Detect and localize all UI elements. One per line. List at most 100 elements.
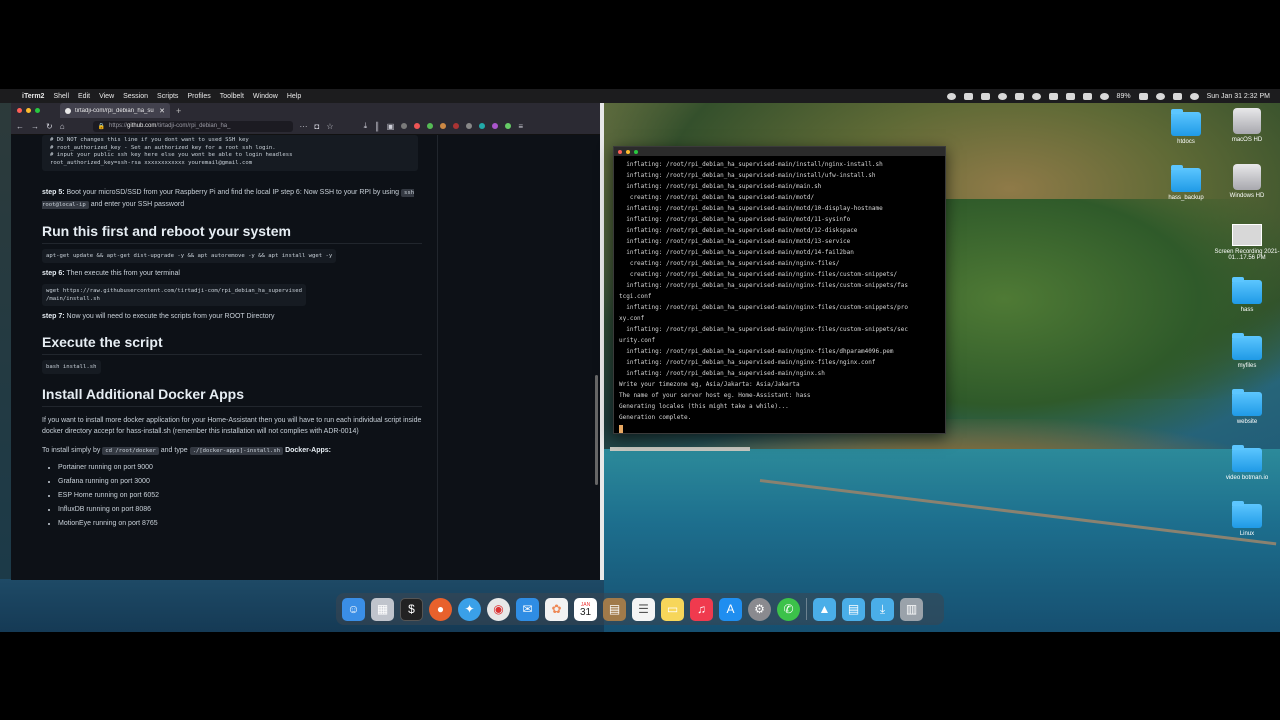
display-icon[interactable] (980, 92, 990, 100)
menu-clock[interactable]: Sun Jan 31 2:32 PM (1207, 93, 1270, 100)
photos-icon[interactable]: ✿ (545, 597, 568, 621)
docker-paragraph: If you want to install more docker appli… (42, 417, 422, 435)
minimize-window-button[interactable] (26, 108, 31, 113)
control-center-icon[interactable] (1172, 92, 1182, 100)
vpn-icon[interactable] (1031, 92, 1041, 100)
launchpad-icon[interactable]: ▦ (371, 597, 394, 621)
trash-icon[interactable]: ▥ (900, 597, 923, 621)
search-icon[interactable] (1155, 92, 1165, 100)
calendar-icon[interactable]: JAN 31 (574, 597, 597, 621)
siri-icon[interactable] (1189, 92, 1199, 100)
mail-icon[interactable]: ✉ (516, 597, 539, 621)
status-icon[interactable] (963, 92, 973, 100)
app-store-icon[interactable]: A (719, 597, 742, 621)
terminal-output[interactable]: inflating: /root/rpi_debian_ha_supervise… (614, 156, 945, 433)
back-icon[interactable]: ← (16, 122, 24, 131)
firefox-icon[interactable]: ● (429, 597, 452, 621)
zoom-window-button[interactable] (634, 149, 638, 154)
extension-icon[interactable] (466, 123, 473, 129)
url-bar[interactable]: 🔒 https://github.com/tirtadji-com/rpi_de… (92, 120, 293, 132)
folder-icon (1232, 333, 1262, 360)
extension-icon[interactable] (401, 123, 408, 129)
step7-paragraph: step 7: Now you will need to execute the… (42, 313, 275, 320)
music-icon[interactable]: ♫ (690, 597, 713, 621)
heading-docker-apps: Install Additional Docker Apps (42, 387, 422, 407)
desktop-icon-macos-hd[interactable]: macOS HD (1212, 108, 1280, 143)
iterm-icon[interactable]: $ (400, 597, 423, 621)
menu-window[interactable]: Window (253, 93, 278, 100)
zoom-window-button[interactable] (35, 108, 40, 113)
contacts-icon[interactable]: ▤ (603, 597, 626, 621)
home-icon[interactable]: ⌂ (60, 122, 65, 131)
extension-icon[interactable] (492, 123, 499, 129)
desktop-icon-myfiles[interactable]: myfiles (1212, 333, 1280, 369)
reload-icon[interactable]: ↻ (46, 122, 53, 131)
dock-separator (806, 598, 807, 620)
extension-icon[interactable] (453, 123, 460, 129)
desktop-icon-htdocs[interactable]: htdocs (1151, 109, 1221, 145)
menu-profiles[interactable]: Profiles (187, 93, 210, 100)
desktop-icon-video-botman[interactable]: video botman.io (1212, 445, 1280, 481)
notes-icon[interactable]: ▭ (661, 597, 684, 621)
battery-icon[interactable] (1138, 92, 1148, 100)
desktop-icon-hass[interactable]: hass (1212, 277, 1280, 313)
menu-icon[interactable]: ≡ (518, 122, 523, 131)
reminders-icon[interactable]: ☰ (632, 597, 655, 621)
desktop-icon-linux[interactable]: Linux (1212, 501, 1280, 537)
menu-toolbelt[interactable]: Toolbelt (220, 93, 244, 100)
system-preferences-icon[interactable]: ⚙ (748, 597, 771, 621)
forward-icon[interactable]: → (31, 122, 39, 131)
close-tab-icon[interactable]: ✕ (159, 107, 165, 115)
menu-edit[interactable]: Edit (78, 93, 90, 100)
list-item: ESP Home running on port 6052 (58, 490, 422, 501)
sidebar-icon[interactable]: ▣ (387, 122, 395, 131)
wifi-icon[interactable] (1099, 92, 1109, 100)
control-icon[interactable] (1014, 92, 1024, 100)
downloads-folder-icon[interactable]: ⤓ (871, 597, 894, 621)
cloud-icon[interactable] (997, 92, 1007, 100)
whatsapp-icon[interactable]: ✆ (777, 597, 800, 621)
wget-command-code: wget https://raw.githubusercontent.com/t… (42, 284, 306, 306)
extension-icon[interactable] (505, 123, 512, 129)
browser-tab[interactable]: tirtadji-com/rpi_debian_ha_su ✕ (60, 103, 170, 118)
terminal-window[interactable]: inflating: /root/rpi_debian_ha_supervise… (613, 146, 946, 434)
chrome-icon[interactable]: ◉ (487, 597, 510, 621)
menu-session[interactable]: Session (123, 93, 148, 100)
desktop-icon-website[interactable]: website (1212, 389, 1280, 425)
bookmark-icon[interactable]: ☆ (326, 122, 333, 131)
new-tab-icon[interactable]: + (176, 106, 181, 116)
scrollbar[interactable] (595, 375, 598, 485)
menu-scripts[interactable]: Scripts (157, 93, 178, 100)
extension-icon[interactable] (440, 123, 447, 129)
applications-folder-icon[interactable]: ▲ (813, 597, 836, 621)
more-icon[interactable]: ··· (300, 122, 308, 131)
extension-icon[interactable] (427, 123, 434, 129)
close-window-button[interactable] (618, 149, 622, 154)
menu-shell[interactable]: Shell (53, 93, 69, 100)
extension-icon[interactable] (414, 123, 421, 129)
clipboard-icon[interactable] (1065, 92, 1075, 100)
menu-extra-icon[interactable] (1048, 92, 1058, 100)
desktop-icon-screen-recording[interactable]: Screen Recording 2021-01...17.56 PM (1212, 224, 1280, 261)
downloads-icon[interactable]: ⤓ (364, 121, 368, 131)
minimize-window-button[interactable] (626, 149, 630, 154)
pocket-icon[interactable]: ◘ (315, 122, 320, 131)
list-item: MotionEye running on port 8765 (58, 518, 422, 529)
safari-icon[interactable]: ✦ (458, 597, 481, 621)
folder-icon (1232, 445, 1262, 472)
finder-icon[interactable]: ☺ (342, 597, 365, 621)
library-icon[interactable]: ║ (374, 122, 380, 131)
hard-drive-icon (1233, 108, 1261, 134)
step6-paragraph: step 6: Then execute this from your term… (42, 270, 180, 277)
menu-app-name[interactable]: iTerm2 (22, 93, 44, 100)
record-icon[interactable] (946, 92, 956, 100)
bluetooth-icon[interactable] (1082, 92, 1092, 100)
documents-folder-icon[interactable]: ▤ (842, 597, 865, 621)
extension-icon[interactable] (479, 123, 486, 129)
menu-view[interactable]: View (99, 93, 114, 100)
tab-title: tirtadji-com/rpi_debian_ha_su (75, 107, 154, 114)
desktop-icon-hass-backup[interactable]: hass_backup (1151, 165, 1221, 201)
close-window-button[interactable] (17, 108, 22, 113)
desktop-icon-windows-hd[interactable]: Windows HD (1212, 164, 1280, 199)
menu-help[interactable]: Help (287, 93, 301, 100)
